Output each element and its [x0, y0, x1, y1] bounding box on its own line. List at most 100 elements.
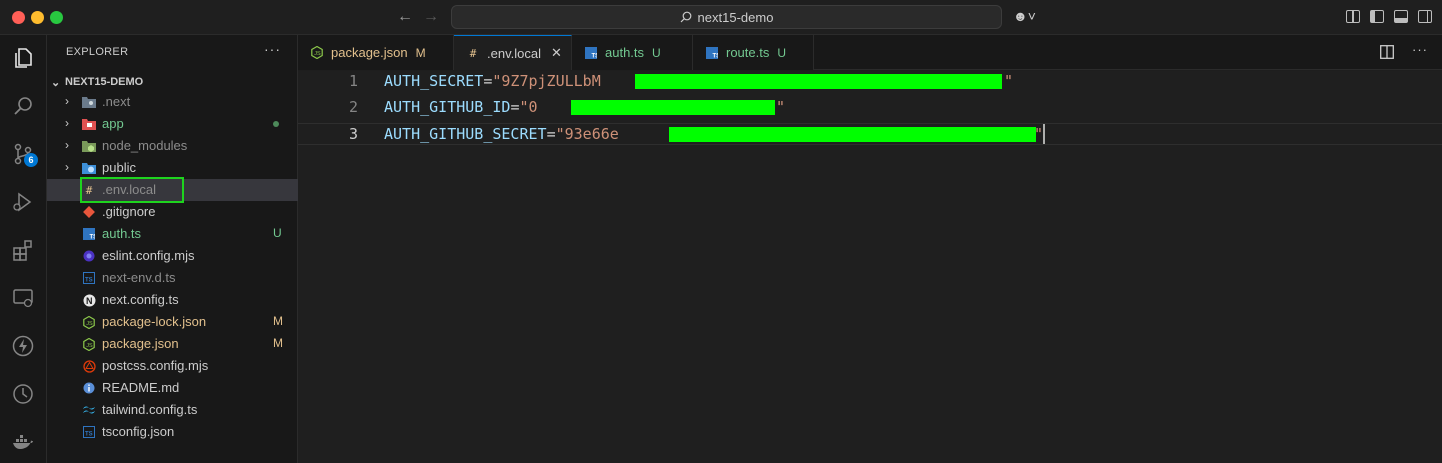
tree-item-node-modules-folder[interactable]: › node_modules: [47, 135, 298, 157]
activity-bar: 6: [0, 35, 47, 463]
toggle-primary-sidebar-icon[interactable]: [1370, 10, 1384, 23]
editor-tab-bar: JS package.json M # .env.local ✕ TS auth…: [298, 35, 1442, 70]
chevron-down-icon: ⌄: [51, 76, 61, 89]
folder-public-icon: [82, 161, 96, 175]
chevron-right-icon: ›: [65, 94, 69, 108]
env-key: AUTH_SECRET: [384, 72, 484, 90]
tree-item-package-json[interactable]: JS package.json M: [47, 333, 298, 355]
remote-explorer-icon[interactable]: [9, 284, 37, 312]
tree-item-label: postcss.config.mjs: [102, 358, 209, 373]
tree-item-public-folder[interactable]: › public: [47, 157, 298, 179]
untracked-status: U: [273, 226, 282, 240]
close-tab-icon[interactable]: ✕: [551, 45, 562, 61]
git-icon: [82, 205, 96, 219]
tab-label: package.json: [331, 45, 408, 60]
split-editor-icon[interactable]: [1380, 45, 1394, 62]
tab-label: route.ts: [726, 45, 770, 60]
code-line: 1 AUTH_SECRET="9Z7pjZULLbM ": [298, 71, 1442, 93]
tree-item-next-env-dts[interactable]: TS next-env.d.ts: [47, 267, 298, 289]
back-arrow-icon[interactable]: ←: [397, 8, 413, 26]
tree-item-label: .next: [102, 94, 131, 109]
tree-item-eslint-config[interactable]: eslint.config.mjs: [47, 245, 298, 267]
annotation-highlight-box: [80, 177, 184, 203]
tree-item-next-folder[interactable]: › .next: [47, 91, 298, 113]
tab-env-local[interactable]: # .env.local ✕: [454, 35, 572, 70]
docker-icon[interactable]: [9, 428, 37, 456]
forward-arrow-icon[interactable]: →: [423, 8, 439, 26]
search-icon[interactable]: [9, 92, 37, 120]
tab-status: U: [652, 45, 661, 60]
tree-item-auth-ts[interactable]: TS auth.ts U: [47, 223, 298, 245]
tab-package-json[interactable]: JS package.json M: [298, 35, 454, 70]
svg-text:TS: TS: [713, 53, 719, 59]
explorer-sidebar: EXPLORER ··· ⌄ NEXT15-DEMO › .next › app…: [47, 35, 298, 463]
tree-item-readme[interactable]: README.md: [47, 377, 298, 399]
search-icon: [680, 11, 691, 23]
tree-item-postcss-config[interactable]: postcss.config.mjs: [47, 355, 298, 377]
postcss-icon: [82, 359, 96, 373]
tree-item-gitignore[interactable]: .gitignore: [47, 201, 298, 223]
chevron-right-icon: ›: [65, 116, 69, 130]
typescript-def-icon: TS: [82, 271, 96, 285]
chevron-right-icon: ›: [65, 138, 69, 152]
tree-item-label: eslint.config.mjs: [102, 248, 195, 263]
tab-route-ts[interactable]: TS route.ts U: [693, 35, 814, 70]
line-number: 3: [348, 125, 358, 143]
tree-item-label: tailwind.config.ts: [102, 402, 198, 417]
tree-item-label: next-env.d.ts: [102, 270, 176, 285]
tree-item-label: .gitignore: [102, 204, 156, 219]
project-folder-header[interactable]: ⌄ NEXT15-DEMO: [51, 72, 143, 92]
env-value: "9Z7pjZULLbM: [492, 72, 601, 90]
tree-item-label: README.md: [102, 380, 180, 395]
chevron-right-icon: ›: [65, 160, 69, 174]
maximize-window-button[interactable]: [50, 11, 63, 24]
modified-status: M: [273, 336, 283, 350]
tree-item-label: tsconfig.json: [102, 424, 175, 439]
tree-item-tsconfig[interactable]: TS tsconfig.json: [47, 421, 298, 443]
tree-item-package-lock[interactable]: JS package-lock.json M: [47, 311, 298, 333]
project-name: NEXT15-DEMO: [65, 76, 144, 88]
env-key: AUTH_GITHUB_ID: [384, 98, 511, 116]
explorer-title: EXPLORER: [66, 46, 129, 58]
run-debug-icon[interactable]: [9, 188, 37, 216]
closing-quote: ": [1034, 125, 1044, 143]
env-value: "93e66e: [555, 125, 619, 143]
customize-layout-icon[interactable]: [1346, 10, 1360, 23]
toggle-panel-icon[interactable]: [1394, 10, 1408, 23]
tree-item-label: package-lock.json: [102, 314, 207, 329]
env-value: "0: [519, 98, 538, 116]
typescript-icon: TS: [82, 227, 96, 241]
tree-item-label: auth.ts: [102, 226, 142, 241]
more-actions-icon[interactable]: ···: [264, 41, 281, 57]
copilot-icon[interactable]: ☻˅: [1013, 8, 1036, 24]
line-number: 1: [348, 72, 358, 90]
svg-text:JS: JS: [86, 343, 93, 349]
equals-sign: =: [546, 125, 556, 143]
line-number: 2: [348, 98, 358, 116]
tree-item-tailwind-config[interactable]: tailwind.config.ts: [47, 399, 298, 421]
close-window-button[interactable]: [12, 11, 25, 24]
toggle-secondary-sidebar-icon[interactable]: [1418, 10, 1432, 23]
extensions-icon[interactable]: [9, 236, 37, 264]
timeline-icon[interactable]: [9, 380, 37, 408]
node-json-icon: JS: [82, 337, 96, 351]
code-editor[interactable]: 1 AUTH_SECRET="9Z7pjZULLbM " 2 AUTH_GITH…: [298, 71, 1442, 463]
more-actions-icon[interactable]: ···: [1412, 42, 1428, 62]
explorer-icon[interactable]: [9, 44, 37, 72]
lightning-icon[interactable]: [9, 332, 37, 360]
typescript-icon: TS: [584, 46, 598, 60]
node-json-icon: JS: [310, 46, 324, 60]
svg-text:TS: TS: [85, 278, 93, 284]
tree-item-label: next.config.ts: [102, 292, 179, 307]
tab-label: .env.local: [487, 45, 541, 61]
command-center-search[interactable]: next15-demo: [451, 5, 1002, 29]
tree-item-next-config[interactable]: N next.config.ts: [47, 289, 298, 311]
redaction-bar: [635, 74, 1002, 89]
minimize-window-button[interactable]: [31, 11, 44, 24]
folder-node-icon: [82, 139, 96, 153]
svg-text:JS: JS: [86, 321, 93, 327]
search-text: next15-demo: [697, 9, 774, 25]
tsconfig-icon: TS: [82, 425, 96, 439]
tree-item-app-folder[interactable]: › app: [47, 113, 298, 135]
tab-auth-ts[interactable]: TS auth.ts U: [572, 35, 693, 70]
